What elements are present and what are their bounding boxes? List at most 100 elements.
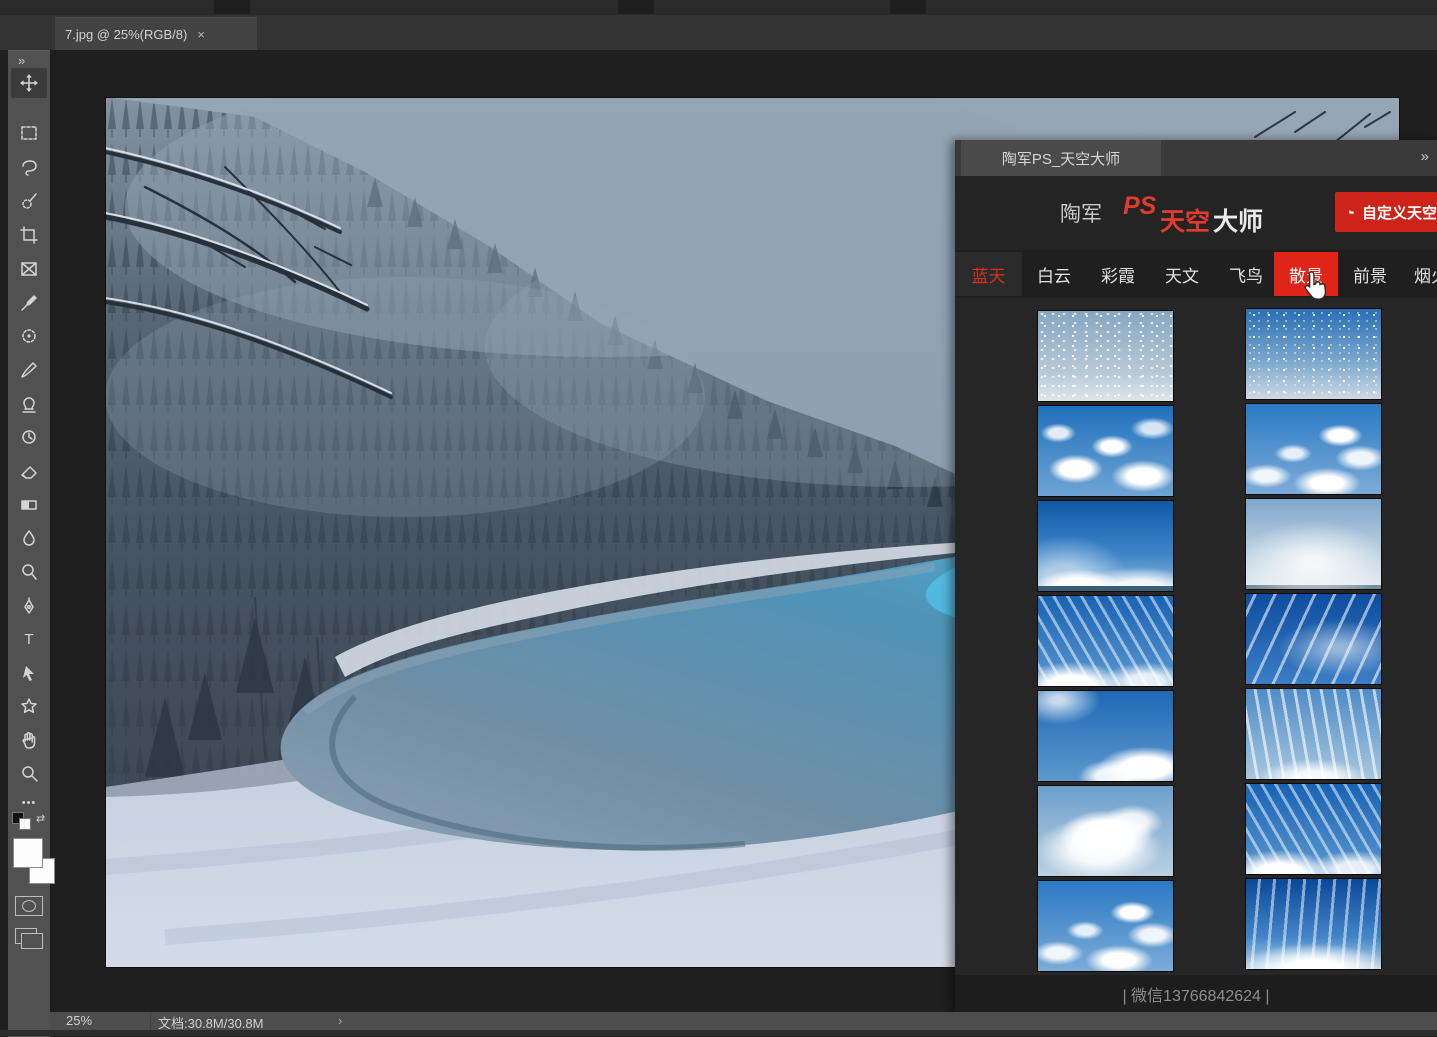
logo-text-prefix: 陶军 [1060, 198, 1102, 228]
type-icon: T [19, 629, 39, 649]
history-brush-tool[interactable] [11, 422, 47, 452]
panel-logo-area: 陶军 PS 天空 大师 自定义天空 [955, 176, 1437, 250]
zoom-tool[interactable] [11, 758, 47, 788]
status-expand-icon[interactable]: › [338, 1013, 342, 1028]
swap-colors-icon[interactable]: ⇄ [36, 812, 45, 825]
tab-tianwen[interactable]: 天文 [1150, 252, 1214, 296]
panel-title: 陶军PS_天空大师 [1002, 148, 1120, 169]
sky-thumbnail-13[interactable] [1037, 880, 1174, 972]
healing-tool[interactable] [11, 321, 47, 351]
document-tab-title: 7.jpg @ 25%(RGB/8) [65, 27, 187, 42]
wechat-contact: | 微信13766842624 | [1122, 982, 1269, 1006]
move-tool[interactable] [11, 68, 47, 98]
foreground-color-swatch[interactable] [13, 838, 43, 868]
sky-thumbnail-9[interactable] [1037, 690, 1174, 782]
window-bottom-edge [0, 1030, 1437, 1036]
folder-icon [1349, 205, 1354, 219]
custom-sky-button[interactable]: 自定义天空 [1335, 192, 1437, 232]
blur-tool[interactable] [11, 523, 47, 553]
healing-icon [19, 326, 39, 346]
dodge-tool[interactable] [11, 557, 47, 587]
eyedropper-tool[interactable] [11, 288, 47, 318]
tab-feiniao[interactable]: 飞鸟 [1214, 252, 1278, 296]
logo-text-ps: PS [1123, 192, 1156, 221]
sky-thumbnail-8[interactable] [1245, 593, 1382, 685]
category-tabs: 蓝天 白云 彩霞 天文 飞鸟 散景 前景 烟火 [955, 250, 1437, 298]
lasso-tool[interactable] [11, 152, 47, 182]
eyedropper-icon [19, 293, 39, 313]
dodge-icon [19, 562, 39, 582]
sky-thumbnail-6[interactable] [1245, 498, 1382, 590]
move-icon [19, 73, 39, 93]
shape-icon [19, 696, 39, 716]
status-bar: 25% 文档:30.8M/30.8M › [50, 1012, 1437, 1030]
document-tab[interactable]: 7.jpg @ 25%(RGB/8) × [55, 17, 257, 50]
panel-collapse-icon[interactable]: » [1421, 148, 1427, 165]
tab-lantian[interactable]: 蓝天 [955, 252, 1022, 296]
clone-stamp-icon [19, 394, 39, 414]
logo-text-master: 大师 [1213, 202, 1263, 238]
quick-select-icon [19, 191, 39, 211]
options-bar-notch [618, 0, 654, 14]
path-select-tool[interactable] [11, 658, 47, 688]
gradient-icon [19, 495, 39, 515]
tab-baiyun[interactable]: 白云 [1022, 252, 1086, 296]
quick-mask-icon[interactable] [15, 896, 43, 916]
eraser-icon [19, 461, 39, 481]
type-tool[interactable]: T [11, 624, 47, 654]
blur-icon [19, 528, 39, 548]
hand-icon [19, 730, 39, 750]
status-divider [150, 1012, 151, 1030]
crop-tool[interactable] [11, 220, 47, 250]
quick-select-tool[interactable] [11, 186, 47, 216]
zoom-level-field[interactable]: 25% [66, 1013, 92, 1028]
brush-tool[interactable] [11, 355, 47, 385]
crop-icon [19, 225, 39, 245]
frame-tool[interactable] [11, 254, 47, 284]
sky-thumbnail-1[interactable] [1037, 310, 1174, 402]
options-bar-notch [890, 0, 926, 14]
sky-master-panel: 陶军PS_天空大师 » 陶军 PS 天空 大师 自定义天空 蓝天 白云 彩霞 天… [955, 140, 1437, 1012]
sky-thumbnail-11[interactable] [1037, 785, 1174, 877]
panel-title-tab[interactable]: 陶军PS_天空大师 [961, 140, 1161, 176]
frame-icon [19, 259, 39, 279]
marquee-icon [19, 123, 39, 143]
tab-qianjing[interactable]: 前景 [1338, 252, 1402, 296]
hand-tool[interactable] [11, 725, 47, 755]
pen-tool[interactable] [11, 591, 47, 621]
options-bar-remnant [0, 0, 1437, 15]
shape-tool[interactable] [11, 691, 47, 721]
lasso-icon [19, 157, 39, 177]
custom-sky-label: 自定义天空 [1362, 202, 1437, 223]
gradient-tool[interactable] [11, 490, 47, 520]
clone-stamp-tool[interactable] [11, 389, 47, 419]
default-colors-icon-bg [19, 818, 31, 830]
close-icon[interactable]: × [197, 27, 205, 42]
history-brush-icon [19, 427, 39, 447]
sky-thumbnail-4[interactable] [1245, 403, 1382, 495]
marquee-tool[interactable] [11, 118, 47, 148]
logo-text-sky: 天空 [1160, 202, 1210, 238]
ellipsis-icon: ••• [22, 797, 37, 809]
zoom-icon [19, 763, 39, 783]
tab-caixia[interactable]: 彩霞 [1086, 252, 1150, 296]
panel-footer: | 微信13766842624 | [955, 975, 1437, 1012]
sky-thumbnail-12[interactable] [1245, 783, 1382, 875]
pen-icon [19, 596, 39, 616]
sky-thumbnail-3[interactable] [1037, 405, 1174, 497]
panel-title-bar: 陶军PS_天空大师 » [955, 140, 1437, 176]
svg-text:T: T [24, 631, 33, 648]
sky-thumbnail-5[interactable] [1037, 500, 1174, 592]
sky-thumbnail-7[interactable] [1037, 595, 1174, 687]
path-select-icon [19, 663, 39, 683]
tab-yanhuo[interactable]: 烟火 [1402, 252, 1437, 296]
brush-icon [19, 360, 39, 380]
sky-thumbnail-2[interactable] [1245, 308, 1382, 400]
eraser-tool[interactable] [11, 456, 47, 486]
tab-sanjing[interactable]: 散景 [1274, 252, 1338, 296]
sky-thumbnail-10[interactable] [1245, 688, 1382, 780]
sky-thumbnail-14[interactable] [1245, 878, 1382, 970]
options-bar-notch [214, 0, 250, 14]
tools-collapse-icon[interactable]: » [18, 53, 23, 68]
screen-mode-icon-back [21, 933, 43, 949]
